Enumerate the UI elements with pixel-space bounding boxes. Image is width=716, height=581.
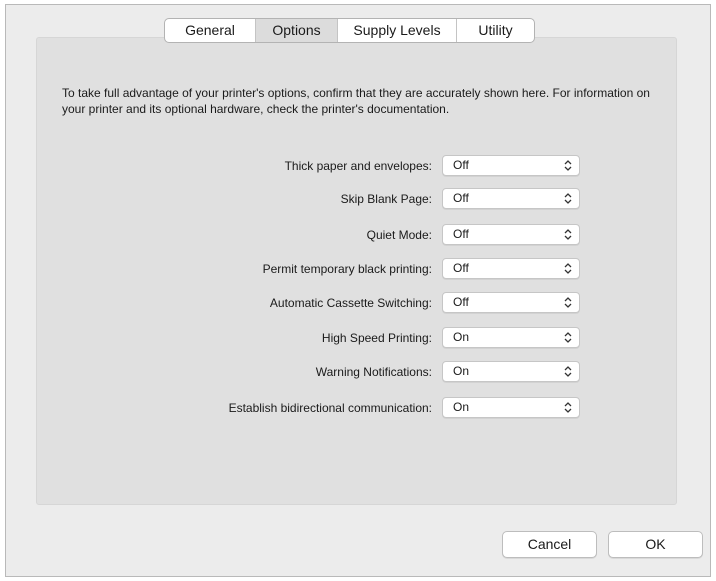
thick-paper-select[interactable]: Off — [442, 155, 580, 176]
option-label: Automatic Cassette Switching: — [269, 296, 432, 310]
select-value: Off — [453, 295, 469, 309]
option-label: Establish bidirectional communication: — [228, 401, 432, 415]
option-label: Quiet Mode: — [366, 228, 432, 242]
option-row: Thick paper and envelopes: Off — [0, 155, 716, 177]
chevron-updown-icon — [564, 332, 572, 343]
option-label: Thick paper and envelopes: — [284, 159, 432, 173]
select-value: Off — [453, 191, 469, 205]
bidirectional-communication-select[interactable]: On — [442, 397, 580, 418]
tab-general[interactable]: General — [165, 19, 256, 42]
chevron-updown-icon — [564, 229, 572, 240]
ok-button[interactable]: OK — [608, 531, 703, 558]
chevron-updown-icon — [564, 263, 572, 274]
chevron-updown-icon — [564, 402, 572, 413]
chevron-updown-icon — [564, 160, 572, 171]
select-value: On — [453, 400, 470, 414]
warning-notifications-select[interactable]: On — [442, 361, 580, 382]
select-value: Off — [453, 158, 469, 172]
tab-supply-levels[interactable]: Supply Levels — [338, 19, 457, 42]
option-row: Quiet Mode: Off — [0, 224, 716, 246]
option-row: Warning Notifications: On — [0, 361, 716, 383]
option-label: Skip Blank Page: — [340, 192, 432, 206]
option-label: High Speed Printing: — [321, 331, 432, 345]
option-label: Warning Notifications: — [315, 365, 432, 379]
select-value: On — [453, 364, 470, 378]
temporary-black-printing-select[interactable]: Off — [442, 258, 580, 279]
tab-options[interactable]: Options — [256, 19, 338, 42]
option-row: Permit temporary black printing: Off — [0, 258, 716, 280]
quiet-mode-select[interactable]: Off — [442, 224, 580, 245]
cassette-switching-select[interactable]: Off — [442, 292, 580, 313]
option-row: Automatic Cassette Switching: Off — [0, 292, 716, 314]
option-row: Skip Blank Page: Off — [0, 188, 716, 210]
cancel-button[interactable]: Cancel — [502, 531, 597, 558]
skip-blank-page-select[interactable]: Off — [442, 188, 580, 209]
select-value: Off — [453, 261, 469, 275]
chevron-updown-icon — [564, 297, 572, 308]
options-description: To take full advantage of your printer's… — [62, 86, 650, 116]
option-label: Permit temporary black printing: — [262, 262, 432, 276]
chevron-updown-icon — [564, 366, 572, 377]
high-speed-printing-select[interactable]: On — [442, 327, 580, 348]
tab-utility[interactable]: Utility — [457, 19, 534, 42]
option-row: Establish bidirectional communication: O… — [0, 397, 716, 419]
select-value: Off — [453, 227, 469, 241]
chevron-updown-icon — [564, 193, 572, 204]
select-value: On — [453, 330, 470, 344]
tab-bar: General Options Supply Levels Utility — [164, 18, 535, 43]
option-row: High Speed Printing: On — [0, 327, 716, 349]
